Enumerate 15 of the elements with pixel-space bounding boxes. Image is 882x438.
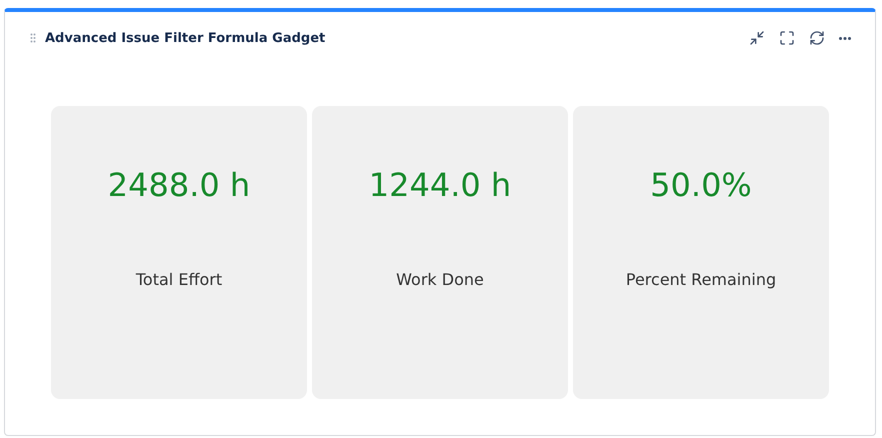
gadget-title: Advanced Issue Filter Formula Gadget	[45, 30, 326, 46]
fullscreen-icon	[779, 30, 795, 46]
refresh-button[interactable]	[809, 30, 825, 46]
metric-value: 50.0%	[650, 166, 752, 204]
metric-label: Percent Remaining	[626, 270, 776, 289]
metric-value: 1244.0 h	[368, 166, 512, 204]
fullscreen-button[interactable]	[779, 30, 795, 46]
more-icon	[839, 36, 851, 40]
more-button[interactable]	[839, 36, 851, 40]
minimize-icon	[749, 30, 765, 46]
metric-label: Work Done	[396, 270, 484, 289]
refresh-icon	[809, 30, 825, 46]
minimize-button[interactable]	[749, 30, 765, 46]
metric-label: Total Effort	[136, 270, 222, 289]
metric-value: 2488.0 h	[108, 166, 250, 204]
